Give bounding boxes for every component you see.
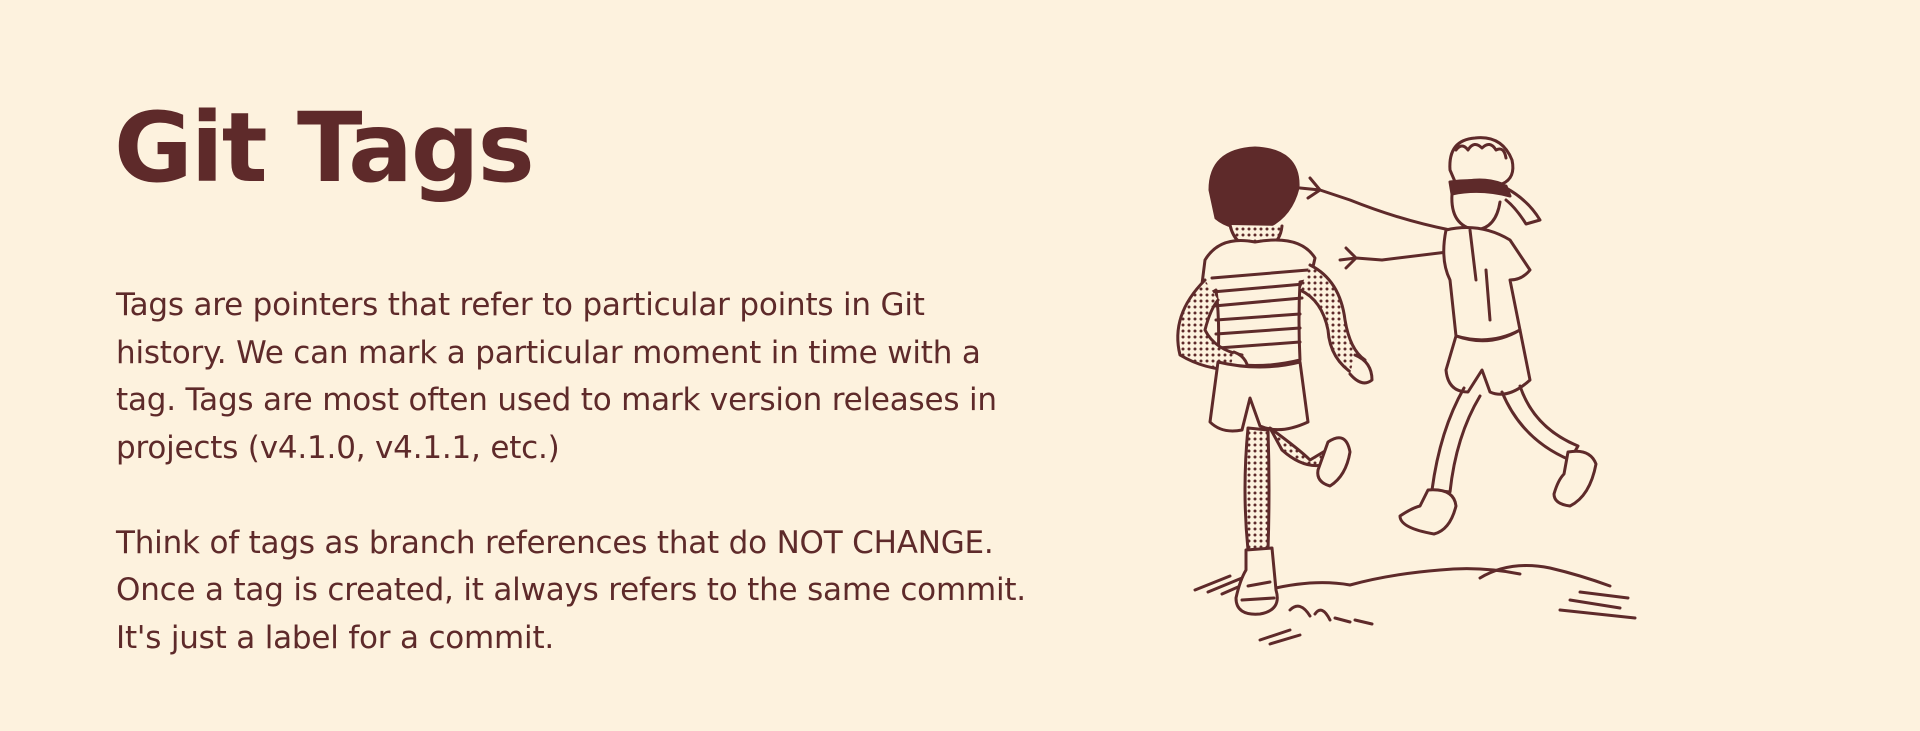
paragraph-tags-definition: Tags are pointers that refer to particul… [116,282,1076,472]
text-line: history. We can mark a particular moment… [116,334,981,371]
text-line: It's just a label for a commit. [116,619,555,656]
slide-body: Tags are pointers that refer to particul… [116,282,1076,662]
slide-title: Git Tags [114,92,535,204]
text-line: Tags are pointers that refer to particul… [116,287,925,323]
text-line: Once a tag is created, it always refers … [116,572,1026,608]
text-line: projects (v4.1.0, v4.1.1, etc.) [116,429,560,466]
slide: Git Tags Tags are pointers that refer to… [0,0,1920,731]
paragraph-tags-immutable: Think of tags as branch references that … [116,520,1076,663]
children-playing-blindfold-illustration [1176,136,1637,646]
text-line: tag. Tags are most often used to mark ve… [116,382,997,418]
text-line: Think of tags as branch references that … [116,524,994,561]
